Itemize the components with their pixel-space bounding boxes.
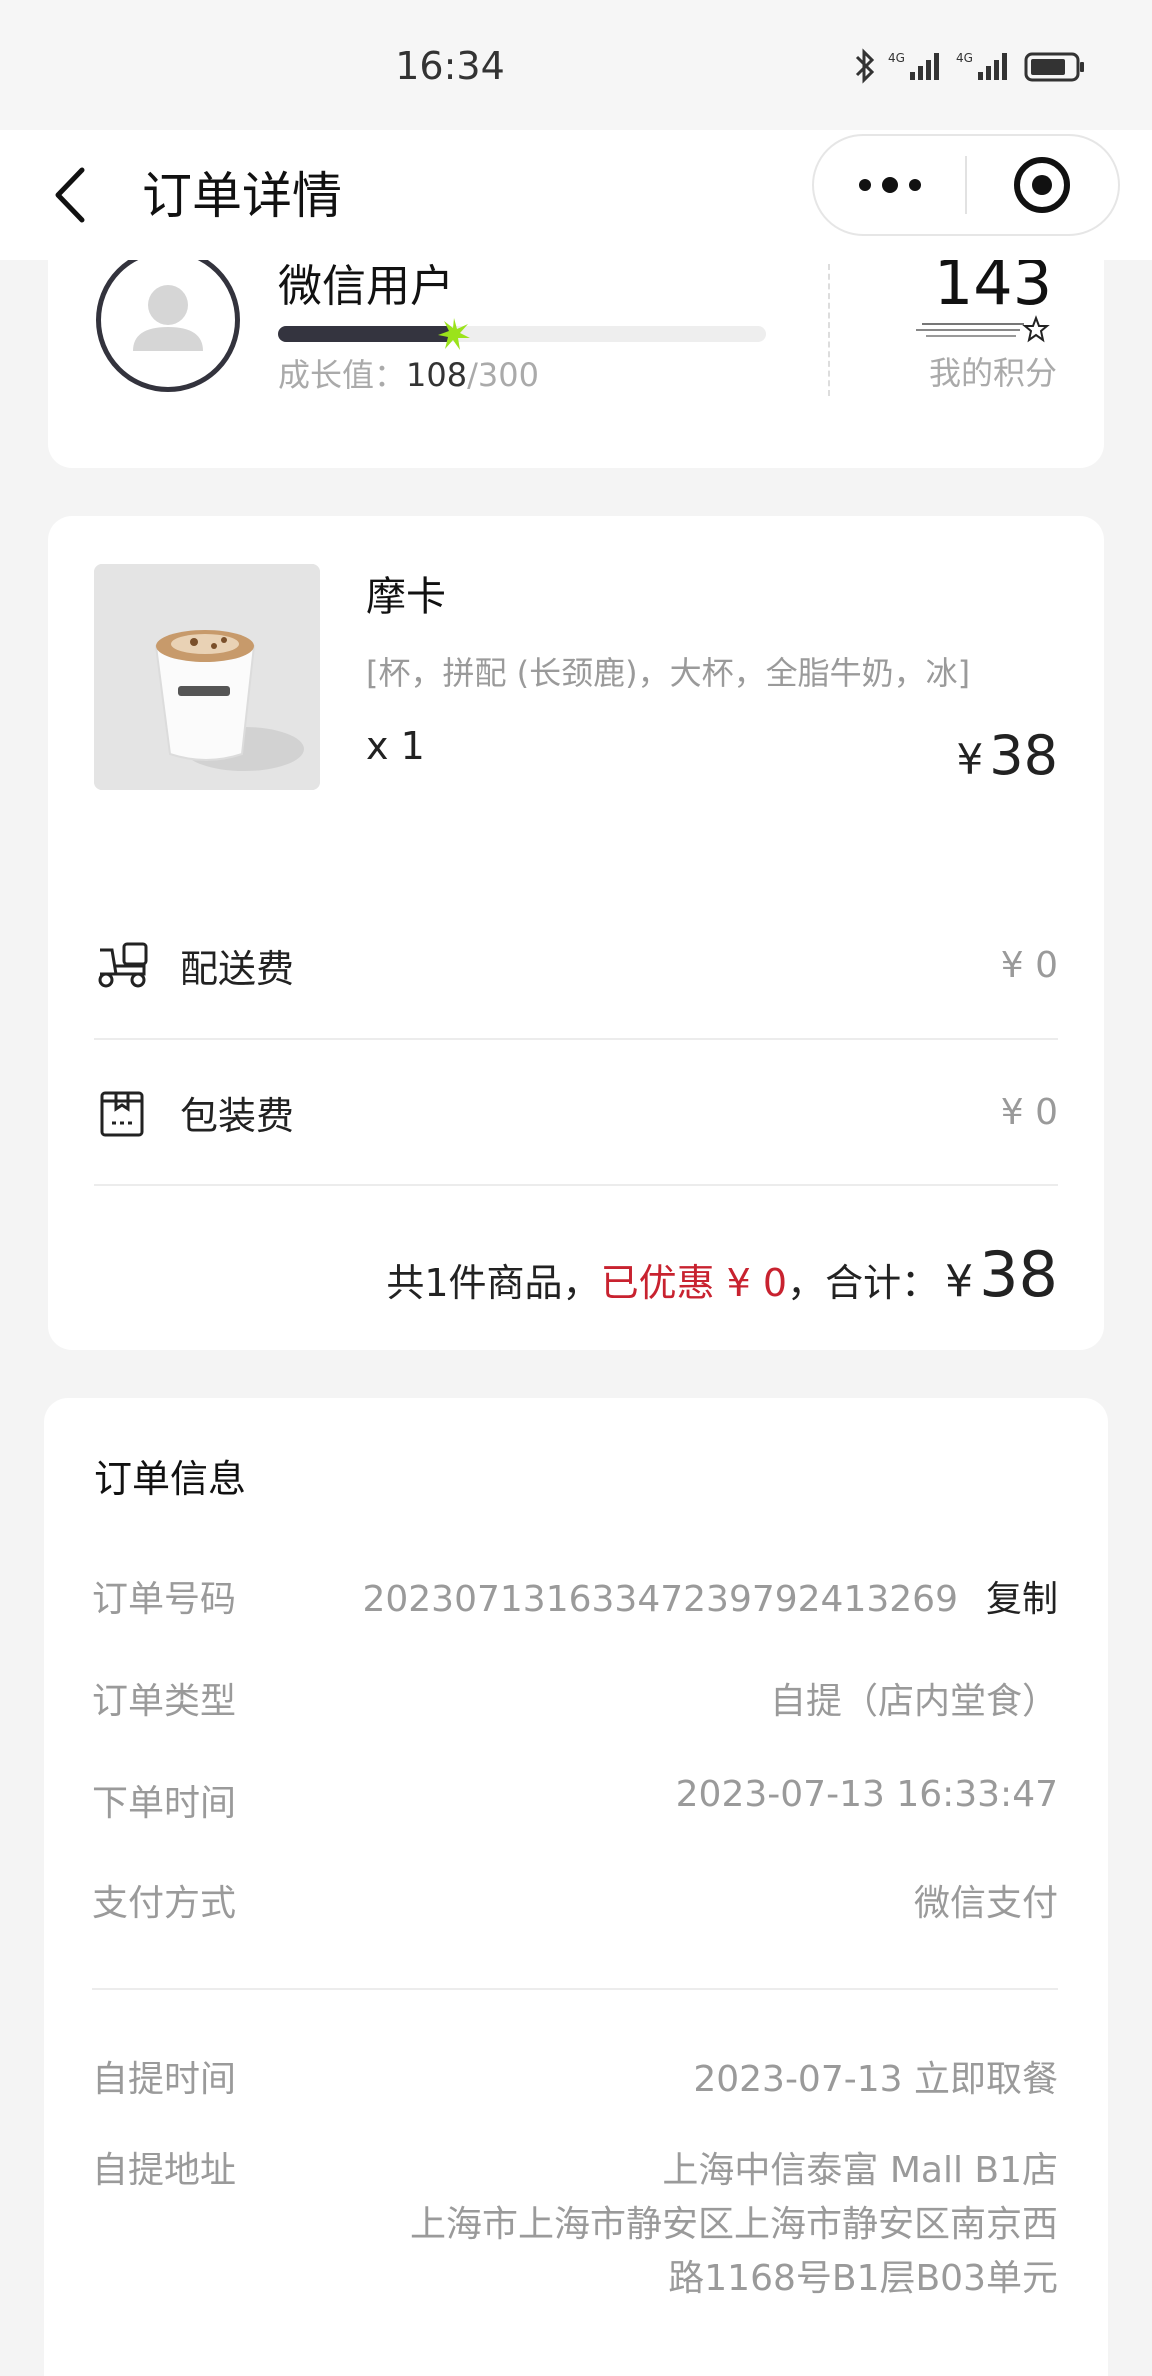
order-number-row: 订单号码 20230713163347239792413269 复制 (92, 1570, 1058, 1622)
fee-value: ¥ 0 (1000, 944, 1058, 986)
back-button[interactable] (46, 160, 96, 230)
price-value: 38 (989, 724, 1058, 787)
product-image (94, 564, 320, 790)
packaging-fee-row: 包装费 ¥ 0 (94, 1039, 1058, 1185)
growth-label: 成长值： (278, 356, 407, 394)
target-circle-icon (1014, 157, 1071, 213)
order-number: 20230713163347239792413269 (362, 1579, 958, 1620)
battery-icon (1024, 52, 1084, 82)
more-button[interactable] (814, 136, 965, 234)
signal-4g-icon: 4G (956, 51, 1007, 80)
pickup-address-row: 自提地址 上海中信泰富 Mall B1店 上海市上海市静安区上海市静安区南京西 … (92, 2144, 1058, 2306)
spark-icon (437, 318, 470, 350)
payment-method-row: 支付方式 微信支付 (92, 1874, 1058, 1926)
product-spec: [杯，拼配 (长颈鹿)，大杯，全脂牛奶，冰] (366, 654, 971, 692)
growth-total: /300 (467, 356, 539, 394)
row-key: 支付方式 (92, 1883, 237, 1924)
item-count: 共1件商品， (386, 1261, 601, 1305)
close-button[interactable] (967, 136, 1118, 234)
total-currency: ¥ (945, 1256, 974, 1307)
product-name: 摩卡 (366, 574, 446, 620)
order-type-row: 订单类型 自提（店内堂食） (92, 1672, 1058, 1724)
row-value: 微信支付 (913, 1883, 1058, 1924)
pickup-time-row: 自提时间 2023-07-13 立即取餐 (92, 2050, 1058, 2102)
row-value: 20230713163347239792413269 复制 (362, 1570, 1058, 1622)
mini-program-capsule (812, 134, 1120, 236)
page-title: 订单详情 (142, 167, 342, 225)
status-time: 16:34 (395, 44, 505, 88)
bluetooth-icon (855, 48, 875, 84)
svg-text:4G: 4G (888, 51, 905, 65)
row-value: 自提（店内堂食） (769, 1681, 1058, 1722)
divider (94, 1184, 1058, 1186)
total-value: 38 (979, 1238, 1058, 1311)
section-title: 订单信息 (94, 1457, 247, 1501)
dashed-divider (828, 264, 830, 396)
order-info-card: 订单信息 订单号码 20230713163347239792413269 复制 订… (44, 1398, 1108, 2376)
delivery-scooter-icon (98, 942, 148, 988)
points-label: 我的积分 (928, 354, 1057, 392)
fee-label: 包装费 (180, 1093, 295, 1138)
divider (92, 1988, 1058, 1990)
product-price: ¥38 (957, 724, 1058, 787)
order-total: 共1件商品， 已优惠 ¥ 0 ，合计： ¥38 (386, 1238, 1058, 1311)
discount-text: 已优惠 ¥ 0 (600, 1261, 788, 1305)
growth-progress-bar (278, 318, 766, 350)
fee-label: 配送费 (180, 946, 295, 991)
points-star-icon (916, 315, 1050, 343)
fee-value: ¥ 0 (1000, 1091, 1058, 1133)
pickup-address: 上海中信泰富 Mall B1店 上海市上海市静安区上海市静安区南京西 路1168… (410, 2144, 1058, 2306)
price-currency: ¥ (956, 735, 984, 784)
coffee-cup-image (94, 564, 320, 790)
package-bag-icon (100, 1091, 144, 1137)
address-line: 上海中信泰富 Mall B1店 (662, 2150, 1058, 2191)
product-quantity: x 1 (366, 724, 425, 768)
nav-bar: 订单详情 (0, 130, 1152, 260)
row-key: 下单时间 (92, 1783, 237, 1824)
growth-text: 成长值：108/300 (278, 350, 539, 396)
status-icons: 4G 4G (854, 48, 1086, 84)
row-value: 2023-07-13 16:33:47 (675, 1774, 1058, 1815)
row-key: 订单类型 (92, 1681, 237, 1722)
avatar[interactable] (96, 248, 240, 392)
growth-progress-fill (278, 326, 454, 342)
user-silhouette-icon (133, 285, 203, 351)
chevron-left-icon (55, 167, 85, 223)
row-key: 自提地址 (92, 2150, 237, 2191)
status-bar: 16:34 4G 4G (0, 0, 1152, 130)
total-label: ，合计： (787, 1261, 940, 1305)
order-items-card: 摩卡 [杯，拼配 (长颈鹿)，大杯，全脂牛奶，冰] x 1 ¥38 配送费 ¥ … (48, 516, 1104, 1350)
address-line: 上海市上海市静安区上海市静安区南京西 (409, 2204, 1058, 2245)
row-key: 订单号码 (92, 1579, 237, 1620)
order-time-row: 下单时间 2023-07-13 16:33:47 (92, 1774, 1058, 1826)
svg-text:4G: 4G (956, 51, 973, 65)
delivery-fee-row: 配送费 ¥ 0 (94, 892, 1058, 1038)
row-value: 2023-07-13 立即取餐 (693, 2059, 1058, 2100)
signal-4g-icon: 4G (888, 51, 939, 80)
row-key: 自提时间 (92, 2059, 237, 2100)
address-line: 路1168号B1层B03单元 (668, 2258, 1058, 2299)
copy-button[interactable]: 复制 (986, 1579, 1058, 1620)
growth-current: 108 (406, 356, 468, 394)
more-dots-icon (858, 177, 921, 193)
